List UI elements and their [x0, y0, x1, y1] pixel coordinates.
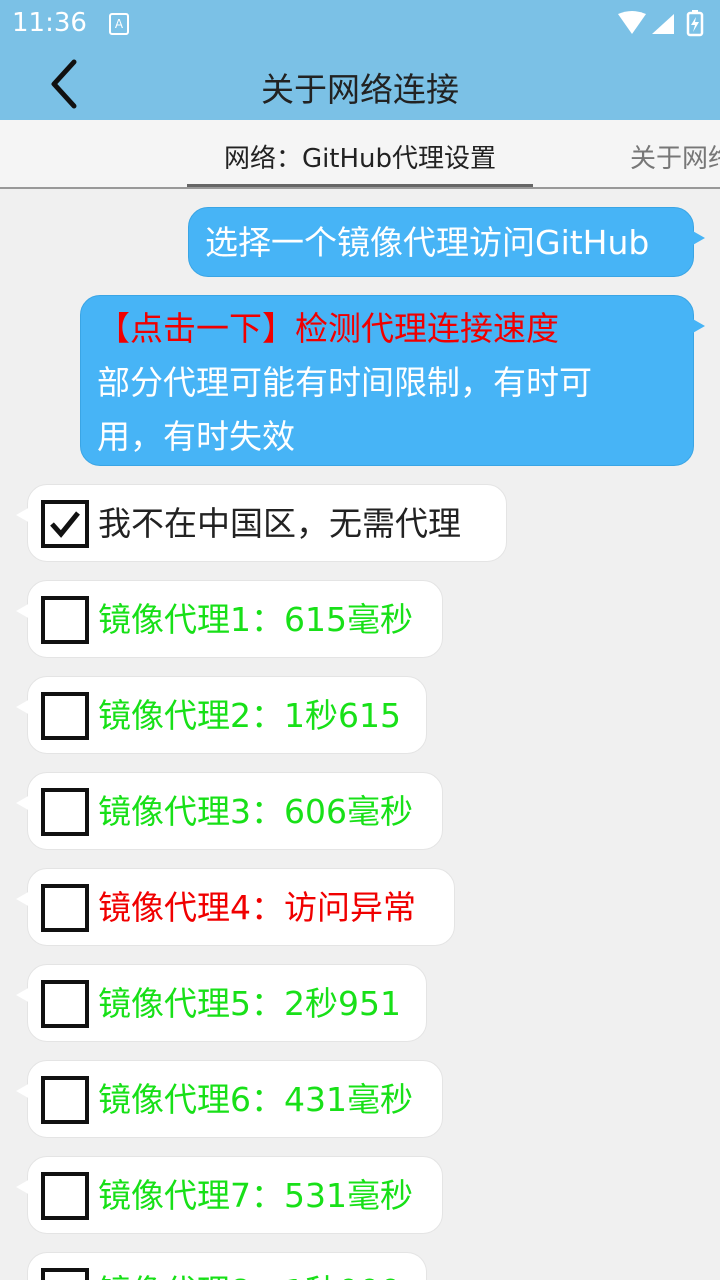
- status-bar: 11:36 A: [0, 0, 720, 48]
- prompt-bubble: 选择一个镜像代理访问GitHub: [188, 207, 705, 277]
- checkbox[interactable]: [41, 884, 89, 932]
- app-bar: 关于网络连接: [0, 48, 720, 120]
- tab-github-proxy[interactable]: 网络：GitHub代理设置: [187, 138, 533, 187]
- option-label: 镜像代理8：1秒000: [98, 1265, 401, 1280]
- bubble-tail: [16, 1083, 30, 1099]
- prompt-text: 选择一个镜像代理访问GitHub: [205, 223, 650, 262]
- bubble-tail: [16, 987, 30, 1003]
- option-label: 镜像代理2：1秒615: [98, 696, 401, 735]
- tab-indicator: [187, 184, 533, 187]
- status-time: 11:36: [12, 8, 87, 38]
- wifi-icon: [618, 11, 646, 34]
- checkbox[interactable]: [41, 1172, 89, 1220]
- checkbox-checked[interactable]: [41, 500, 89, 548]
- bubble-tail: [16, 699, 30, 715]
- status-icons: [618, 10, 704, 37]
- checkbox[interactable]: [41, 692, 89, 740]
- option-proxy-4[interactable]: 镜像代理4：访问异常: [16, 868, 455, 946]
- option-label: 镜像代理4：访问异常: [98, 888, 416, 927]
- option-proxy-3[interactable]: 镜像代理3：606毫秒: [16, 772, 443, 850]
- note-line-2: 用，有时失效: [97, 417, 295, 456]
- note-line-1: 部分代理可能有时间限制，有时可: [97, 363, 592, 402]
- speed-test-link[interactable]: 【点击一下】检测代理连接速度: [97, 302, 559, 356]
- bubble-tail: [16, 795, 30, 811]
- checkmark-icon: [50, 511, 80, 538]
- bubble-tail: [16, 1179, 30, 1195]
- bubble-tail: [16, 891, 30, 907]
- option-label: 镜像代理6：431毫秒: [98, 1080, 413, 1119]
- speed-test-bubble[interactable]: 【点击一下】检测代理连接速度 部分代理可能有时间限制，有时可 用，有时失效: [80, 295, 705, 466]
- bubble-tail: [691, 230, 705, 246]
- option-label: 镜像代理3：606毫秒: [98, 792, 413, 831]
- checkbox[interactable]: [41, 1268, 89, 1280]
- checkbox[interactable]: [41, 1076, 89, 1124]
- option-label: 镜像代理7：531毫秒: [98, 1176, 413, 1215]
- tab-about-network[interactable]: 关于网络: [630, 138, 720, 175]
- checkbox[interactable]: [41, 980, 89, 1028]
- tab-bar: 网络：GitHub代理设置 关于网络: [0, 120, 720, 189]
- bubble-tail: [691, 318, 705, 334]
- option-proxy-8[interactable]: 镜像代理8：1秒000: [27, 1252, 427, 1280]
- signal-icon: [652, 14, 674, 34]
- page-title: 关于网络连接: [261, 70, 459, 109]
- battery-icon: [686, 10, 704, 37]
- bubble-tail: [16, 507, 30, 523]
- option-proxy-6[interactable]: 镜像代理6：431毫秒: [16, 1060, 443, 1138]
- option-no-proxy[interactable]: 我不在中国区，无需代理: [16, 484, 507, 562]
- accessibility-icon: A: [109, 13, 129, 35]
- checkbox[interactable]: [41, 788, 89, 836]
- option-proxy-7[interactable]: 镜像代理7：531毫秒: [16, 1156, 443, 1234]
- option-proxy-5[interactable]: 镜像代理5：2秒951: [16, 964, 427, 1042]
- option-proxy-1[interactable]: 镜像代理1：615毫秒: [16, 580, 443, 658]
- option-label: 我不在中国区，无需代理: [98, 504, 461, 543]
- option-proxy-2[interactable]: 镜像代理2：1秒615: [16, 676, 427, 754]
- bubble-tail: [16, 603, 30, 619]
- option-label: 镜像代理1：615毫秒: [98, 600, 413, 639]
- option-label: 镜像代理5：2秒951: [98, 984, 401, 1023]
- checkbox[interactable]: [41, 596, 89, 644]
